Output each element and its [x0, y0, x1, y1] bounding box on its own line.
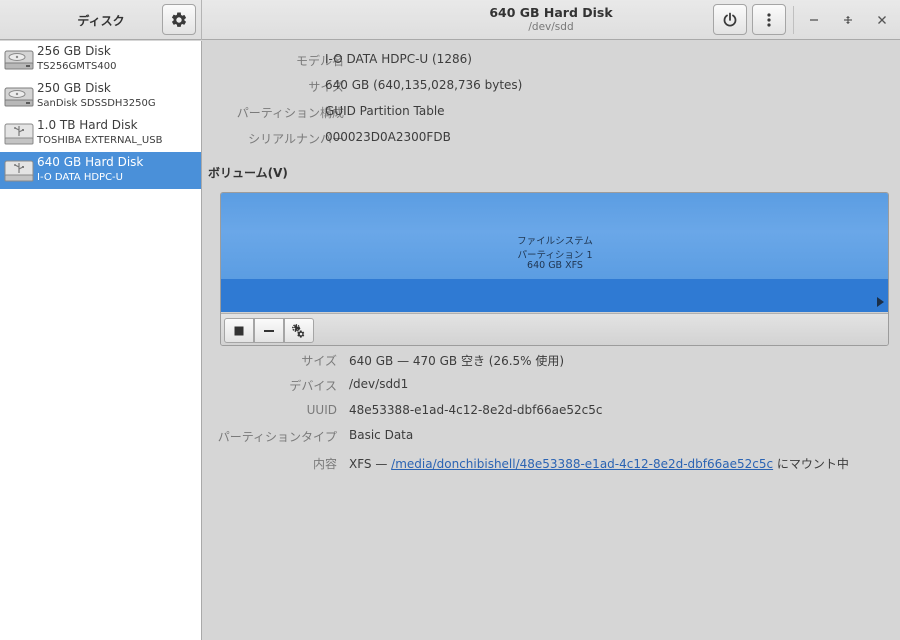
partition-line-2: パーティション 1: [517, 250, 593, 261]
disk-list-item-selected[interactable]: 640 GB Hard Disk I-O DATA HDPC-U: [0, 152, 201, 189]
disk-list-item[interactable]: 256 GB Disk TS256GMTS400: [0, 41, 201, 78]
disk-list: 256 GB Disk TS256GMTS400 250 GB Disk San…: [0, 41, 202, 640]
disk-list-item[interactable]: 1.0 TB Hard Disk TOSHIBA EXTERNAL_USB: [0, 115, 201, 152]
size-value: 640 GB (640,135,028,736 bytes): [325, 78, 523, 92]
unmount-button[interactable]: [224, 318, 254, 343]
header-bar: ディスク 640 GB Hard Disk /dev/sdd: [0, 0, 900, 40]
gears-icon: [292, 323, 305, 338]
disk-name: 250 GB Disk: [37, 81, 111, 95]
disk-model: I-O DATA HDPC-U: [37, 172, 123, 183]
mount-point-link[interactable]: /media/donchibishell/48e53388-e1ad-4c12-…: [391, 457, 773, 471]
volume-toolbar: [221, 313, 888, 345]
drive-menu-button[interactable]: [752, 4, 786, 35]
usb-harddisk-icon: [4, 160, 34, 182]
minimize-icon: [810, 19, 818, 21]
filesystem-usage-bar[interactable]: [221, 279, 888, 312]
delete-partition-button[interactable]: [254, 318, 284, 343]
minus-icon: [264, 329, 274, 332]
power-off-button[interactable]: [713, 4, 747, 35]
maximize-button[interactable]: [836, 8, 860, 32]
disk-list-item[interactable]: 250 GB Disk SanDisk SDSSDH3250G: [0, 78, 201, 115]
partition-block[interactable]: ファイルシステム パーティション 1 640 GB XFS: [221, 193, 888, 279]
close-button[interactable]: [870, 8, 894, 32]
harddisk-icon: [4, 50, 34, 70]
device-label: デバイス: [289, 379, 337, 393]
header-separator: [793, 6, 794, 34]
uuid-value: 48e53388-e1ad-4c12-8e2d-dbf66ae52c5c: [349, 403, 603, 417]
serial-value: 000023D0A2300FDB: [325, 130, 451, 144]
harddisk-icon: [4, 87, 34, 107]
gear-icon: [171, 11, 187, 27]
contents-prefix: XFS —: [349, 457, 392, 471]
disk-model: TS256GMTS400: [37, 61, 117, 72]
maximize-icon: [844, 16, 852, 24]
partition-settings-button[interactable]: [284, 318, 314, 343]
power-icon: [723, 12, 737, 26]
main-header: 640 GB Hard Disk /dev/sdd: [202, 0, 900, 40]
partition-type-label: パーティションタイプ: [217, 430, 337, 444]
window-title: 640 GB Hard Disk: [489, 5, 613, 20]
volume-map: ファイルシステム パーティション 1 640 GB XFS: [220, 192, 889, 346]
partition-line-3: 640 GB XFS: [527, 260, 583, 271]
device-value: /dev/sdd1: [349, 377, 409, 391]
partition-line-1: ファイルシステム: [517, 236, 593, 247]
partitioning-value: GUID Partition Table: [325, 104, 445, 118]
disk-name: 256 GB Disk: [37, 44, 111, 58]
partition-size-label: サイズ: [301, 354, 337, 368]
stop-icon: [234, 326, 244, 335]
model-value: I-O DATA HDPC-U (1286): [325, 52, 472, 66]
vertical-dots-icon: [767, 12, 771, 27]
app-menu-button[interactable]: [162, 4, 196, 35]
close-icon: [878, 16, 886, 24]
minimize-button[interactable]: [802, 8, 826, 32]
disk-model: TOSHIBA EXTERNAL_USB: [37, 135, 163, 146]
contents-value: XFS — /media/donchibishell/48e53388-e1ad…: [349, 455, 849, 472]
contents-suffix: にマウント中: [773, 457, 849, 471]
uuid-label: UUID: [306, 403, 337, 417]
sidebar-header: ディスク: [0, 0, 202, 40]
disk-name: 1.0 TB Hard Disk: [37, 118, 138, 132]
disk-name: 640 GB Hard Disk: [37, 155, 144, 169]
volumes-heading: ボリューム(V): [208, 166, 288, 180]
window-subtitle: /dev/sdd: [528, 21, 574, 33]
partition-type-value: Basic Data: [349, 428, 414, 442]
usb-harddisk-icon: [4, 123, 34, 145]
disk-details-panel: モデル名 I-O DATA HDPC-U (1286) サイズ 640 GB (…: [202, 41, 900, 640]
play-arrow-icon: [877, 297, 884, 307]
partition-size-value: 640 GB — 470 GB 空き (26.5% 使用): [349, 354, 565, 368]
contents-label: 内容: [312, 457, 337, 471]
disk-model: SanDisk SDSSDH3250G: [37, 98, 156, 109]
